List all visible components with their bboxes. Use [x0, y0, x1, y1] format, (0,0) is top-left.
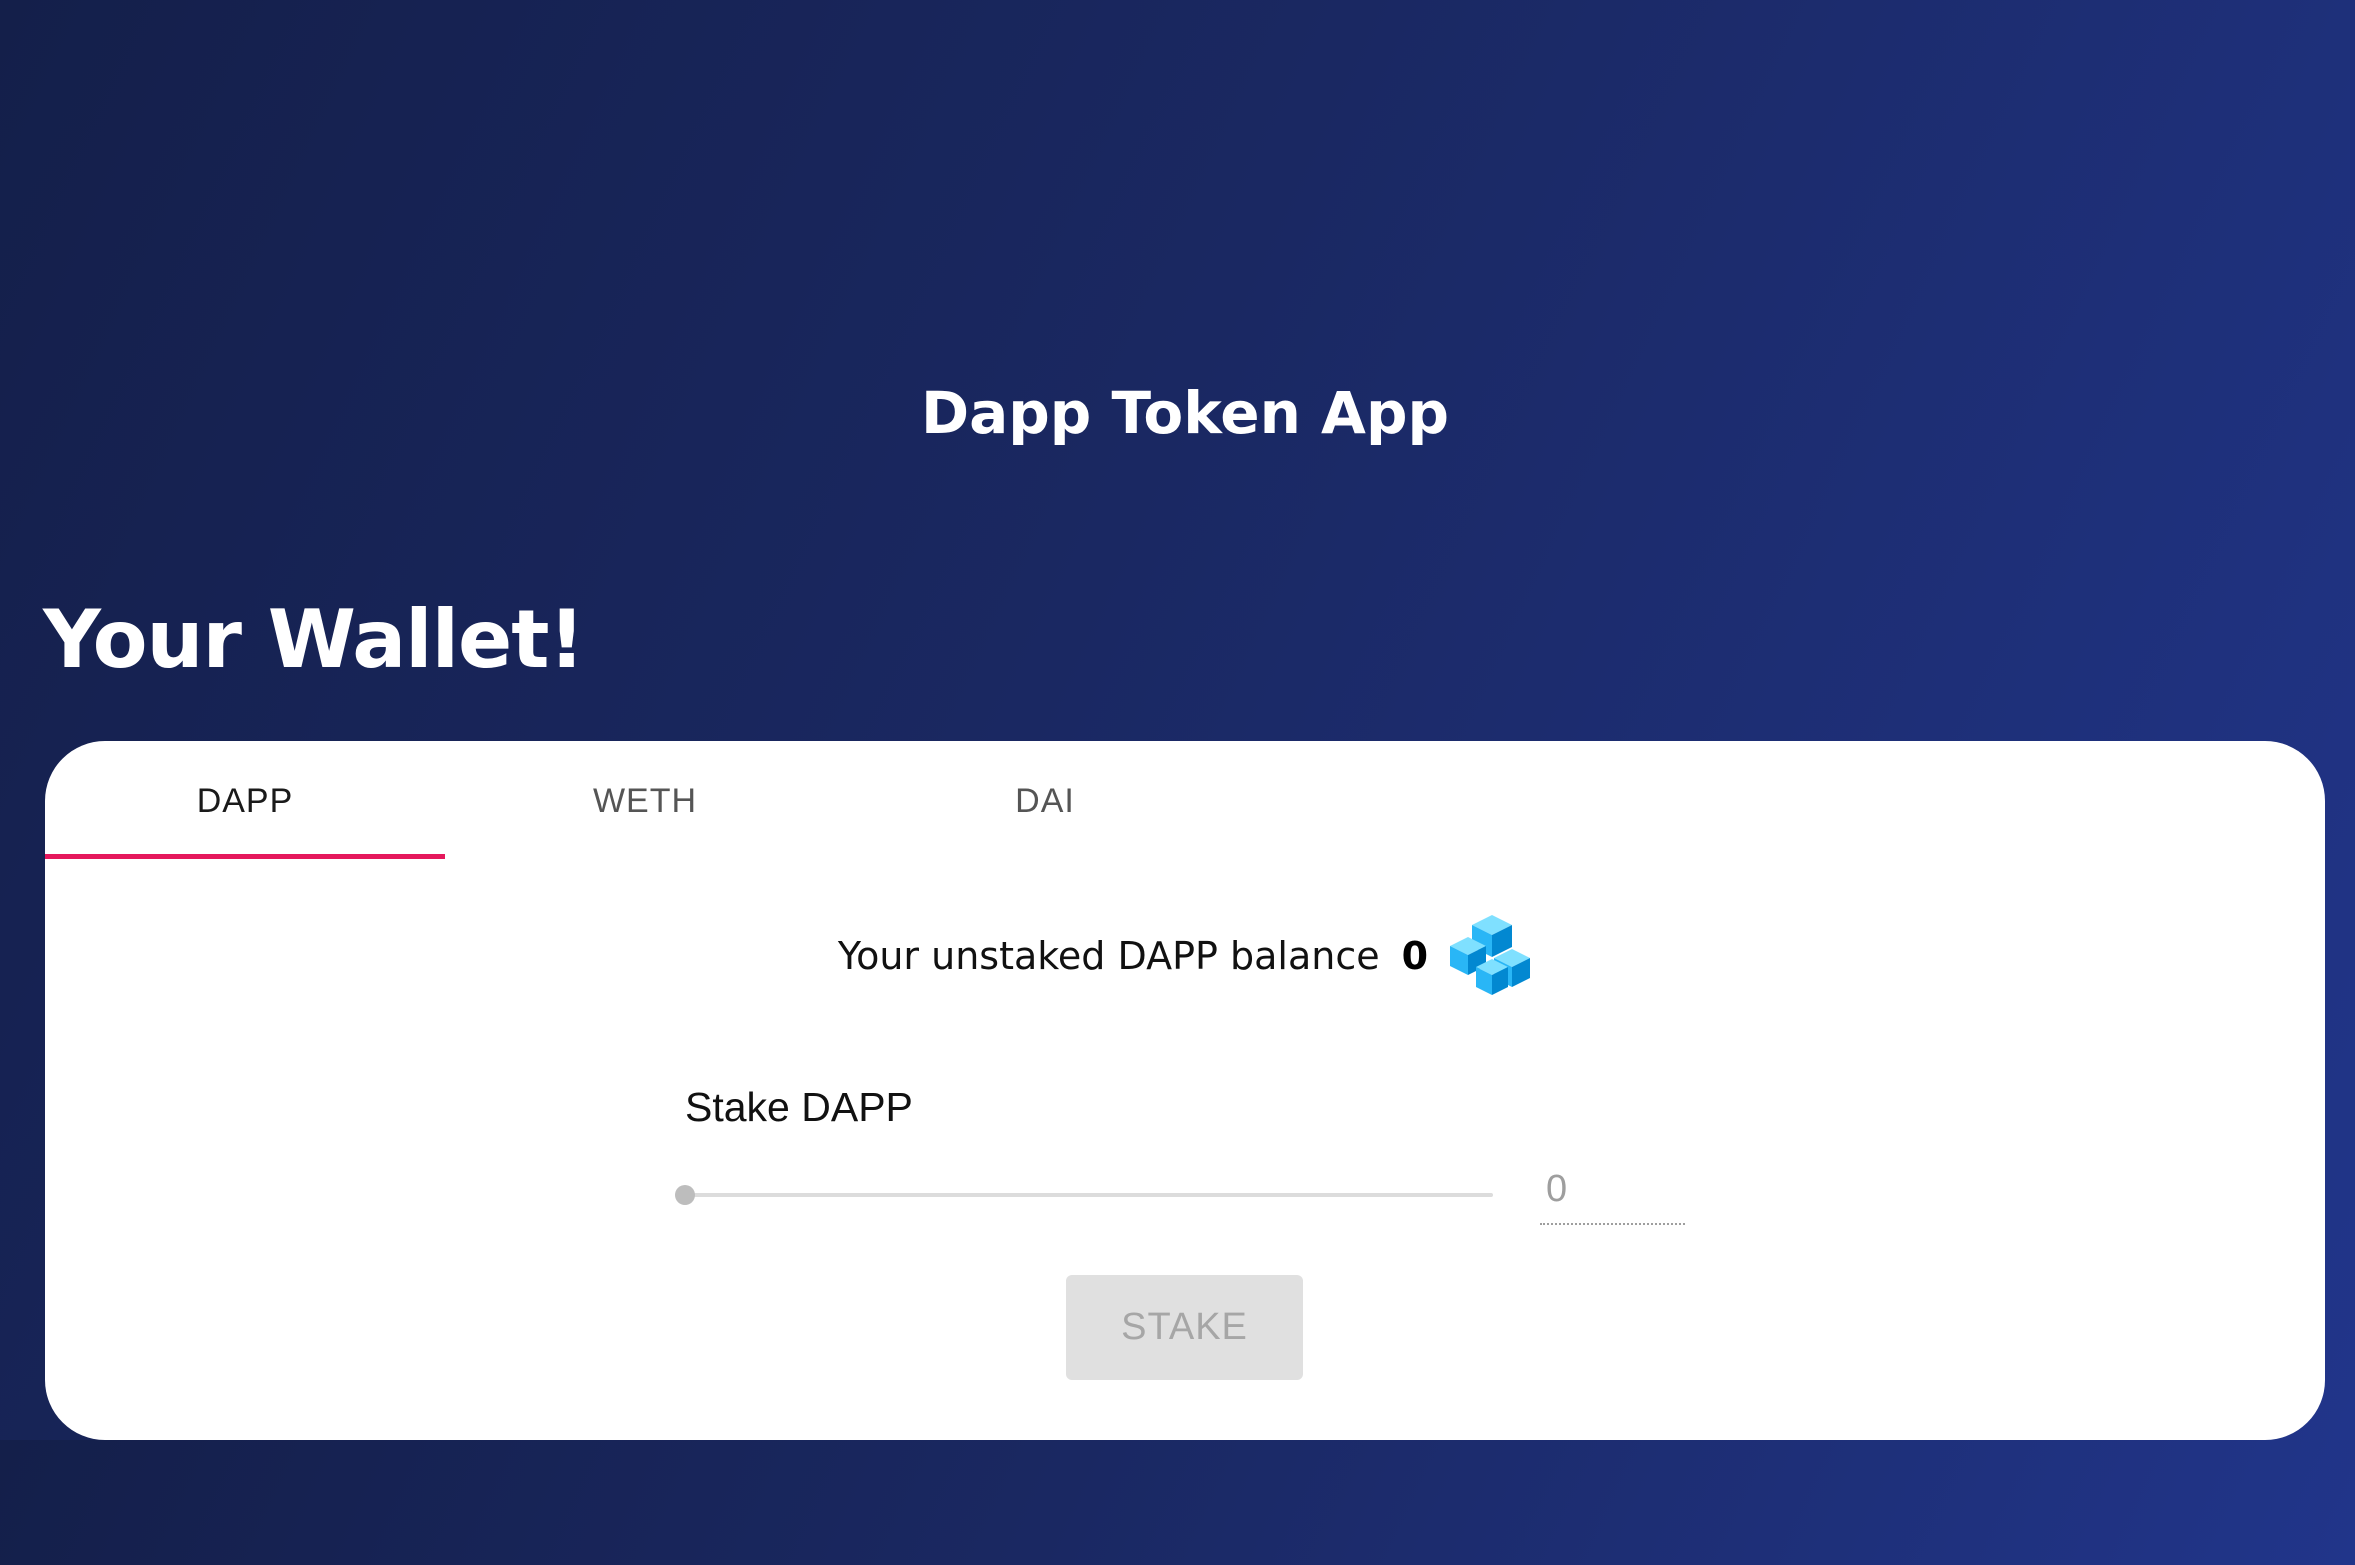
balance-row: Your unstaked DAPP balance 0 [45, 911, 2325, 1001]
stake-button[interactable]: STAKE [1066, 1275, 1303, 1380]
tab-dai[interactable]: DAI [845, 741, 1245, 861]
balance-label: Your unstaked DAPP balance [837, 934, 1380, 978]
token-tabs: DAPP WETH DAI [45, 741, 2325, 861]
stake-amount-input[interactable] [1540, 1155, 1685, 1225]
slider-track [685, 1193, 1493, 1197]
slider-thumb[interactable] [675, 1185, 695, 1205]
tab-weth[interactable]: WETH [445, 741, 845, 861]
balance-value: 0 [1401, 934, 1429, 978]
tab-dapp[interactable]: DAPP [45, 741, 445, 861]
footer-background [0, 1440, 2355, 1565]
stake-label: Stake DAPP [685, 1084, 913, 1130]
stake-amount-slider[interactable] [675, 1181, 1505, 1209]
wallet-card: DAPP WETH DAI Your unstaked DAPP balance… [45, 741, 2325, 1440]
dapp-token-cubes-icon [1450, 915, 1531, 995]
wallet-heading: Your Wallet! [43, 593, 585, 686]
page: Dapp Token App Your Wallet! DAPP WETH DA… [0, 0, 2355, 1565]
app-title: Dapp Token App [921, 379, 1449, 447]
active-tab-indicator [45, 854, 445, 859]
